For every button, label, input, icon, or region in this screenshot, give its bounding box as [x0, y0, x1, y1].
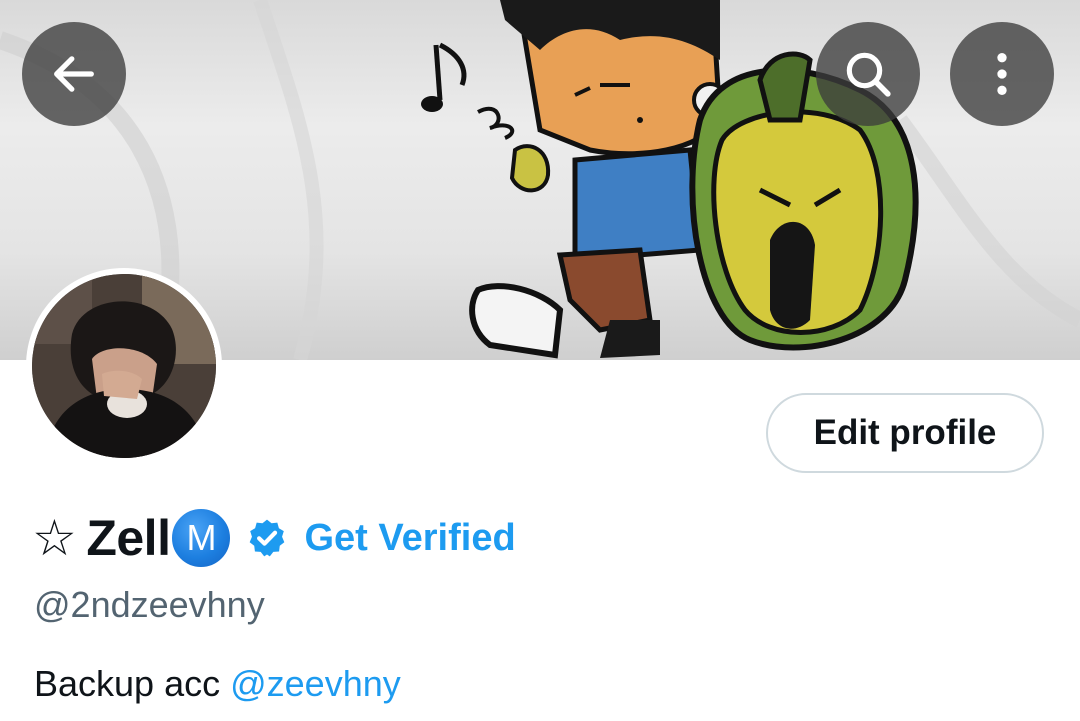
profile-handle: @2ndzeevhny [34, 584, 265, 625]
verified-badge-icon[interactable] [246, 517, 288, 559]
more-vertical-icon [997, 53, 1007, 95]
back-button[interactable] [22, 22, 126, 126]
profile-page: Edit profile ☆ Zell M Get Verified @2ndz… [0, 0, 1080, 721]
avatar[interactable] [26, 268, 222, 464]
search-button[interactable] [816, 22, 920, 126]
bio-text: Backup acc [34, 663, 231, 704]
avatar-photo-illustration [32, 274, 216, 458]
m-badge: M [170, 507, 233, 569]
arrow-left-icon [54, 56, 94, 92]
edit-profile-button[interactable]: Edit profile [766, 393, 1044, 473]
get-verified-link[interactable]: Get Verified [304, 517, 515, 560]
display-name: Zell [86, 510, 171, 566]
profile-bio: Backup acc @zeevhny [34, 663, 401, 705]
bio-mention-link[interactable]: @zeevhny [230, 663, 401, 704]
star-symbol: ☆ [32, 510, 77, 566]
search-icon [846, 52, 891, 97]
avatar-photo [32, 274, 216, 458]
more-options-button[interactable] [950, 22, 1054, 126]
profile-name-row: ☆ Zell M Get Verified [32, 506, 516, 570]
